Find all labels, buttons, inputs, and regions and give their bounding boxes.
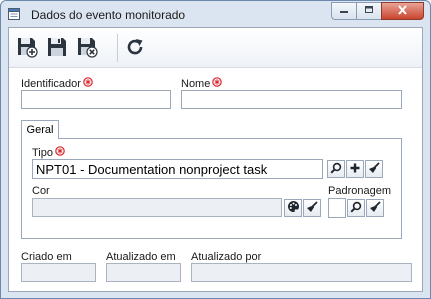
plus-icon [349, 162, 361, 177]
save-close-icon [76, 36, 98, 61]
app-form-icon [7, 7, 21, 21]
broom-icon [368, 161, 380, 177]
cor-field [32, 198, 282, 217]
save-plus-icon [16, 36, 38, 61]
toolbar-separator [117, 34, 118, 62]
refresh-icon [124, 36, 146, 61]
tipo-add-button[interactable] [346, 160, 364, 178]
cor-label: Cor [32, 185, 50, 197]
title-bar[interactable]: Dados do evento monitorado [1, 1, 430, 27]
save-button[interactable] [45, 36, 69, 60]
tab-geral-label: Geral [26, 124, 54, 136]
tab-panel-geral: Tipo NPT01 - Documentation nonproject ta… [21, 138, 402, 239]
cor-clear-button[interactable] [303, 199, 321, 217]
padronagem-label: Padronagem [328, 185, 391, 197]
nome-label-text: Nome [181, 77, 211, 90]
broom-icon [306, 200, 318, 216]
save-new-button[interactable] [15, 36, 39, 60]
save-close-button[interactable] [75, 36, 99, 60]
close-button[interactable] [381, 2, 424, 20]
palette-icon [287, 200, 300, 216]
padronagem-search-button[interactable] [347, 199, 365, 217]
atualizado-por-field [191, 263, 412, 282]
close-icon [397, 4, 408, 18]
tipo-clear-button[interactable] [365, 160, 383, 178]
dialog-content: Identificador Nome Geral Tipo NPT01 - Do… [8, 27, 423, 292]
tipo-search-button[interactable] [327, 160, 345, 178]
atualizado-por-label: Atualizado por [191, 251, 262, 263]
maximize-button[interactable] [356, 2, 382, 20]
padronagem-field[interactable] [328, 198, 346, 218]
dialog-window: Dados do evento monitorado Identificador… [0, 0, 431, 299]
window-controls [331, 2, 424, 21]
window-title: Dados do evento monitorado [31, 8, 186, 22]
search-icon [350, 201, 362, 216]
broom-icon [369, 200, 381, 216]
minimize-icon [339, 5, 349, 17]
required-icon [55, 146, 65, 159]
nome-input[interactable] [181, 90, 402, 109]
tipo-label: Tipo [32, 146, 65, 159]
criado-em-label: Criado em [21, 251, 72, 263]
refresh-button[interactable] [123, 36, 147, 60]
padronagem-label-text: Padronagem [328, 185, 391, 197]
search-icon [330, 162, 342, 177]
cor-label-text: Cor [32, 185, 50, 197]
identificador-label: Identificador [21, 77, 93, 90]
save-icon [46, 36, 68, 61]
cor-palette-button[interactable] [284, 199, 302, 217]
maximize-icon [364, 5, 374, 17]
atualizado-em-label: Atualizado em [106, 251, 176, 263]
required-icon [83, 77, 93, 90]
identificador-label-text: Identificador [21, 77, 81, 90]
toolbar [9, 28, 422, 68]
identificador-input[interactable] [21, 90, 171, 109]
minimize-button[interactable] [331, 2, 357, 20]
nome-label: Nome [181, 77, 223, 90]
tab-geral[interactable]: Geral [21, 120, 59, 139]
padronagem-clear-button[interactable] [366, 199, 384, 217]
tipo-label-text: Tipo [32, 146, 53, 159]
criado-em-field [21, 263, 96, 282]
atualizado-em-field [106, 263, 181, 282]
tipo-field[interactable]: NPT01 - Documentation nonproject task [32, 159, 323, 179]
required-icon [212, 77, 223, 90]
